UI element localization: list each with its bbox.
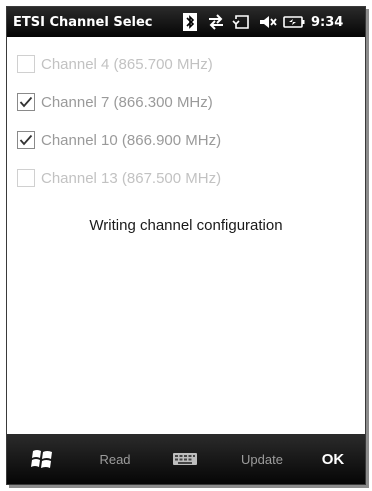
channel-7-checkbox[interactable]	[17, 93, 35, 111]
channel-item-7[interactable]: Channel 7 (866.300 MHz)	[17, 90, 213, 114]
device-screen: ETSI Channel Selec 9:34 Channel 4 (865.7…	[6, 6, 366, 485]
channel-10-checkbox[interactable]	[17, 131, 35, 149]
channel-7-label: Channel 7 (866.300 MHz)	[41, 93, 213, 111]
battery-icon[interactable]	[283, 12, 305, 32]
status-message: Writing channel configuration	[89, 217, 283, 234]
channel-item-10[interactable]: Channel 10 (866.900 MHz)	[17, 128, 221, 152]
keyboard-button[interactable]	[167, 434, 203, 484]
checkmark-icon	[19, 96, 33, 108]
channel-4-label: Channel 4 (865.700 MHz)	[41, 55, 213, 73]
windows-flag-icon	[31, 450, 52, 468]
status-icons: 9:34	[179, 12, 343, 32]
softkey-bar: Read Update OK	[7, 434, 365, 484]
data-connection-icon[interactable]	[205, 12, 227, 32]
app-title: ETSI Channel Selec	[13, 14, 153, 30]
channel-4-checkbox[interactable]	[17, 55, 35, 73]
volume-muted-icon[interactable]	[257, 12, 279, 32]
sync-icon[interactable]	[231, 12, 253, 32]
keyboard-icon	[173, 453, 197, 465]
channel-item-13[interactable]: Channel 13 (867.500 MHz)	[17, 166, 221, 190]
title-bar: ETSI Channel Selec 9:34	[7, 7, 365, 37]
channel-10-label: Channel 10 (866.900 MHz)	[41, 131, 222, 149]
channel-13-checkbox[interactable]	[17, 169, 35, 187]
update-button[interactable]: Update	[227, 434, 297, 484]
channel-item-4[interactable]: Channel 4 (865.700 MHz)	[17, 52, 213, 76]
channel-list-panel: Channel 4 (865.700 MHz) Channel 7 (866.3…	[7, 37, 365, 434]
bluetooth-icon[interactable]	[179, 12, 201, 32]
ok-button[interactable]: OK	[313, 434, 353, 484]
clock: 9:34	[311, 14, 344, 30]
start-button[interactable]	[25, 434, 59, 484]
read-button[interactable]: Read	[87, 434, 143, 484]
channel-13-label: Channel 13 (867.500 MHz)	[41, 169, 222, 187]
checkmark-icon	[19, 134, 33, 146]
